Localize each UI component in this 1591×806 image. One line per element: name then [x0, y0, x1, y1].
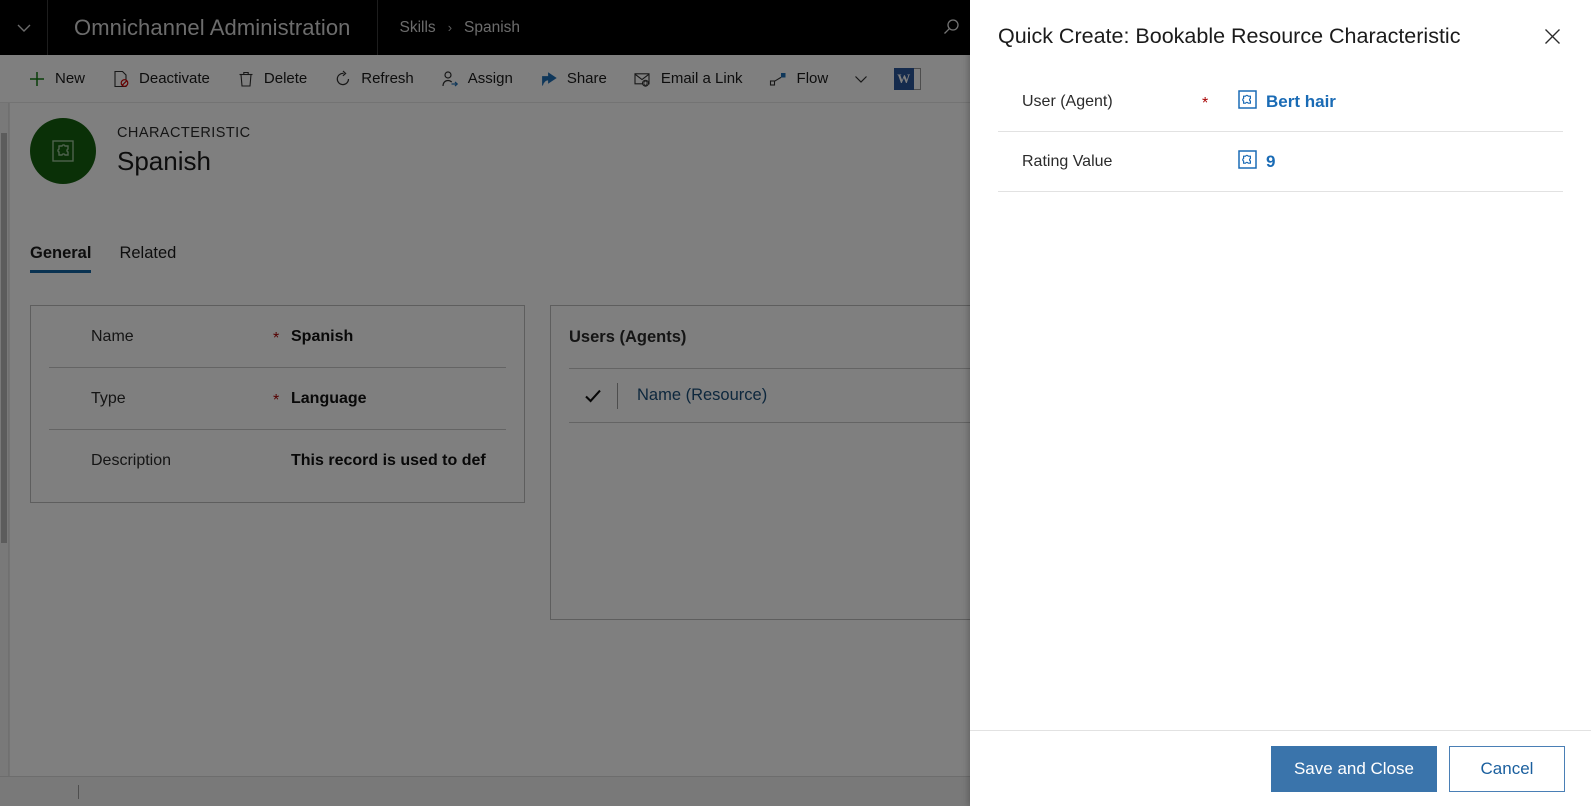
- quick-create-panel: Quick Create: Bookable Resource Characte…: [970, 0, 1591, 806]
- field-value-wrapper[interactable]: Bert hair: [1238, 89, 1336, 114]
- field-value-rating-value[interactable]: 9: [1266, 152, 1275, 172]
- application-window: Omnichannel Administration Skills › Span…: [0, 0, 1591, 806]
- required-indicator: *: [1202, 95, 1209, 112]
- save-and-close-button[interactable]: Save and Close: [1270, 745, 1437, 792]
- close-icon: [1544, 28, 1560, 44]
- field-value-wrapper[interactable]: 9: [1238, 149, 1275, 174]
- field-value-user-agent[interactable]: Bert hair: [1266, 92, 1336, 112]
- quick-create-field-rating-value[interactable]: Rating Value 9: [998, 132, 1563, 192]
- lookup-record-icon: [1238, 89, 1257, 114]
- lookup-record-icon: [1238, 149, 1257, 174]
- quick-create-field-user-agent[interactable]: User (Agent) * Bert hair: [998, 72, 1563, 132]
- quick-create-title: Quick Create: Bookable Resource Characte…: [998, 23, 1461, 48]
- close-button[interactable]: [1535, 19, 1569, 53]
- quick-create-footer: Save and Close Cancel: [970, 730, 1591, 806]
- quick-create-body: User (Agent) * Bert hair Rating Value 9: [970, 72, 1591, 730]
- field-label-user-agent: User (Agent): [1022, 92, 1113, 110]
- quick-create-header: Quick Create: Bookable Resource Characte…: [970, 0, 1591, 72]
- required-indicator: [1202, 159, 1238, 164]
- cancel-button[interactable]: Cancel: [1449, 745, 1565, 792]
- field-label-rating-value: Rating Value: [1022, 152, 1113, 170]
